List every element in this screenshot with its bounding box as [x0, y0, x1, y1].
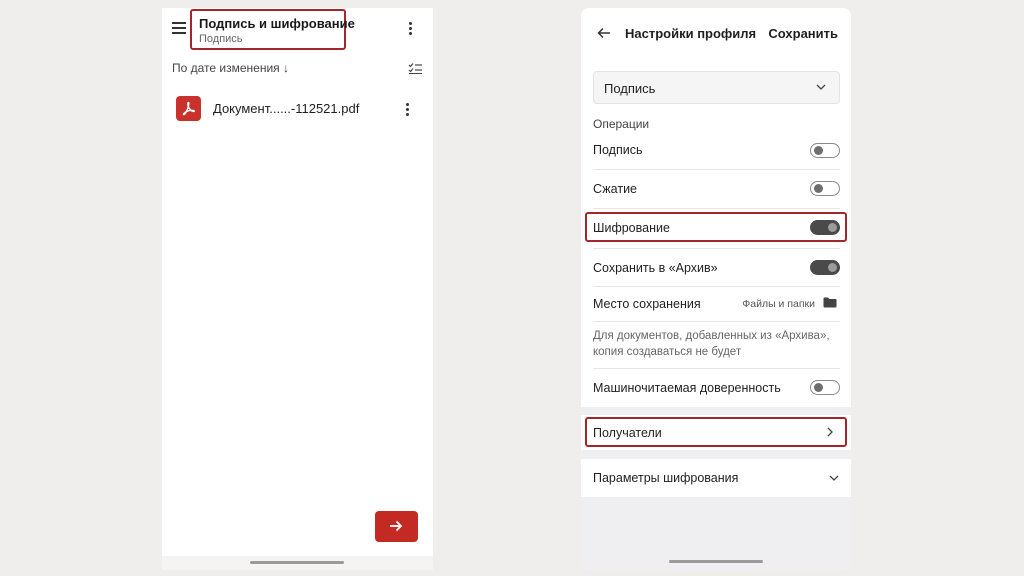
divider: [593, 286, 840, 287]
toggle-row-encryption: Шифрование: [581, 212, 851, 250]
settings-title: Настройки профиля: [625, 26, 757, 41]
page-subtitle: Подпись: [199, 33, 243, 45]
compression-toggle[interactable]: [810, 181, 840, 196]
recipients-row[interactable]: Получатели: [581, 417, 851, 447]
toggle-label: Подпись: [593, 143, 643, 157]
save-place-label: Место сохранения: [593, 297, 701, 311]
save-place-value: Файлы и папки: [742, 298, 815, 310]
right-phone-screen: Настройки профиля Сохранить Подпись Опер…: [581, 8, 851, 570]
empty-area: [581, 497, 851, 570]
hamburger-menu-icon[interactable]: [172, 22, 186, 34]
toggle-label: Сохранить в «Архив»: [593, 261, 718, 275]
document-name: Документ......-112521.pdf: [213, 101, 360, 116]
signature-toggle[interactable]: [810, 143, 840, 158]
operations-section-label: Операции: [593, 117, 650, 131]
back-arrow-icon[interactable]: [597, 27, 611, 39]
pdf-icon: [176, 96, 201, 121]
toggle-label: Сжатие: [593, 182, 638, 196]
page-title: Подпись и шифрование: [199, 16, 355, 31]
home-indicator[interactable]: [250, 561, 344, 564]
chevron-down-icon: [816, 84, 826, 90]
encryption-toggle[interactable]: [810, 220, 840, 235]
app-header: Подпись и шифрование Подпись: [162, 8, 433, 56]
arrow-right-icon: [390, 520, 403, 532]
profile-select-value: Подпись: [604, 81, 656, 96]
section-gap: [581, 450, 851, 459]
select-mode-icon[interactable]: [408, 62, 422, 74]
settings-header: Настройки профиля Сохранить: [581, 8, 851, 60]
save-button[interactable]: Сохранить: [768, 26, 838, 41]
toggle-row-machine-readable: Машиночитаемая доверенность: [581, 370, 851, 408]
section-gap: [581, 407, 851, 415]
highlighted-title: Подпись и шифрование Подпись: [190, 9, 355, 50]
document-more-icon[interactable]: [406, 103, 410, 117]
toggle-label: Машиночитаемая доверенность: [593, 381, 781, 395]
divider: [593, 208, 840, 209]
toggle-row-save-archive: Сохранить в «Архив»: [581, 250, 851, 288]
divider: [593, 321, 840, 322]
next-button[interactable]: [375, 511, 418, 542]
sort-bar: По дате изменения ↓: [172, 61, 422, 79]
toggle-row-compression: Сжатие: [581, 170, 851, 208]
home-indicator[interactable]: [669, 560, 763, 563]
chevron-right-icon: [827, 427, 833, 437]
archive-note: Для документов, добавленных из «Архива»,…: [593, 330, 830, 358]
left-phone-screen: Подпись и шифрование Подпись По дате изм…: [162, 8, 433, 570]
toggle-row-signature: Подпись: [581, 132, 851, 170]
toggle-label: Шифрование: [593, 221, 670, 235]
more-options-icon[interactable]: [409, 22, 413, 36]
save-archive-toggle[interactable]: [810, 260, 840, 275]
encryption-params-label: Параметры шифрования: [593, 471, 739, 485]
sort-button[interactable]: По дате изменения ↓: [172, 61, 289, 75]
divider: [593, 368, 840, 369]
encryption-params-row[interactable]: Параметры шифрования: [581, 459, 851, 497]
recipients-label: Получатели: [593, 426, 662, 440]
chevron-down-icon: [829, 475, 839, 481]
nav-bar-area: [162, 556, 433, 570]
machine-readable-toggle[interactable]: [810, 380, 840, 395]
profile-select[interactable]: Подпись: [593, 71, 840, 104]
divider: [593, 248, 840, 249]
list-item[interactable]: Документ......-112521.pdf: [162, 94, 433, 138]
folder-icon: [823, 297, 837, 308]
